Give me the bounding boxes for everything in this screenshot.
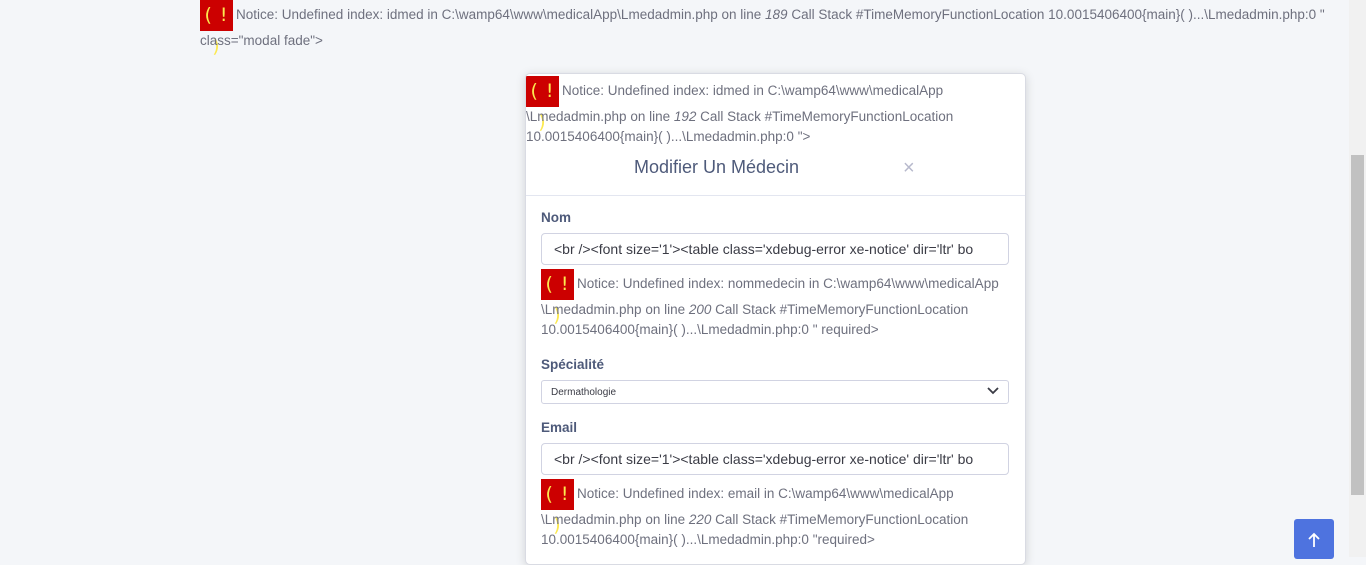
email-input[interactable]: [541, 443, 1009, 475]
modal-title: Modifier Un Médecin: [634, 157, 800, 177]
notice-text: Notice: Undefined index: idmed in C:\wam…: [236, 7, 766, 23]
edit-doctor-modal: ( ! )Notice: Undefined index: idmed in C…: [525, 73, 1026, 565]
nom-input[interactable]: [541, 233, 1009, 265]
notice-stack: Call Stack #TimeMemoryFunctionLocation 1…: [787, 7, 1325, 23]
scroll-to-top-button[interactable]: [1294, 519, 1334, 559]
email-label: Email: [541, 420, 578, 435]
notice-line-number: 220: [688, 512, 712, 527]
specialite-selected-value: Dermathologie: [551, 387, 617, 398]
error-icon: ( ! ): [541, 479, 574, 536]
specialite-select[interactable]: Dermathologie: [541, 380, 1009, 404]
notice-trailing-html: class="modal fade">: [200, 33, 323, 48]
arrow-up-icon: [1307, 529, 1321, 549]
error-icon: ( ! ): [541, 269, 574, 326]
page-scrollbar[interactable]: [1349, 0, 1366, 557]
modal-header: Modifier Un Médecin ×: [526, 147, 1025, 196]
notice-line-number: 189: [765, 7, 788, 23]
email-group: Email ( ! )Notice: Undefined index: emai…: [541, 420, 1010, 550]
close-icon[interactable]: ×: [903, 157, 915, 180]
specialite-group: Spécialité Dermathologie: [541, 357, 1010, 404]
email-php-notice: ( ! )Notice: Undefined index: email in C…: [541, 479, 1011, 550]
nom-label: Nom: [541, 210, 571, 225]
specialite-label: Spécialité: [541, 357, 605, 372]
notice-line-number: 200: [688, 302, 712, 317]
scrollbar-thumb[interactable]: [1351, 155, 1364, 495]
nom-group: Nom ( ! )Notice: Undefined index: nommed…: [541, 210, 1010, 340]
error-icon: ( ! ): [526, 76, 559, 133]
top-php-notice: ( ! )Notice: Undefined index: idmed in C…: [200, 0, 1340, 57]
notice-line-number: 192: [673, 109, 697, 124]
chevron-down-icon: [987, 383, 999, 400]
modal-php-notice: ( ! )Notice: Undefined index: idmed in C…: [526, 74, 986, 147]
modal-body: Nom ( ! )Notice: Undefined index: nommed…: [526, 196, 1025, 550]
nom-php-notice: ( ! )Notice: Undefined index: nommedecin…: [541, 269, 1011, 340]
error-icon: ( ! ): [200, 0, 233, 57]
